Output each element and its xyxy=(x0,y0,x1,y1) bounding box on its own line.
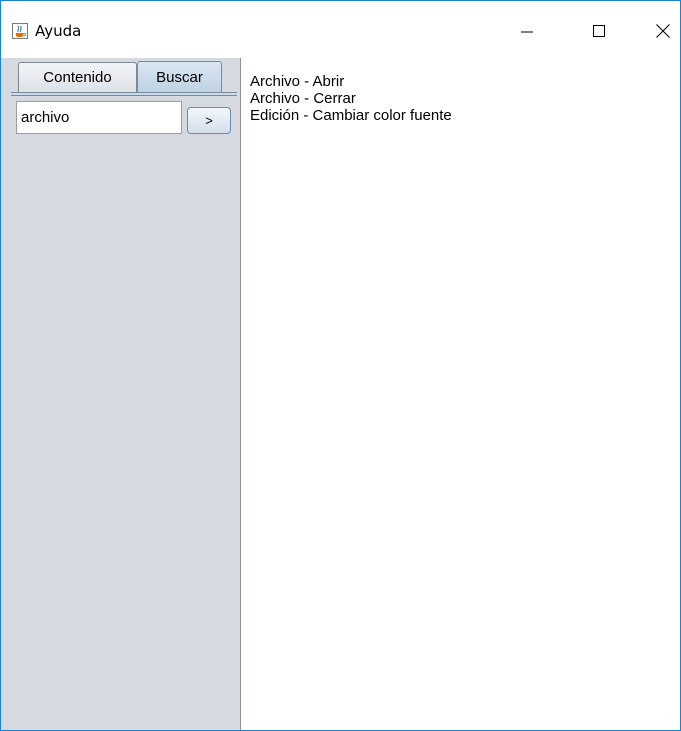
title-bar[interactable]: Ayuda xyxy=(1,1,680,58)
window-title: Ayuda xyxy=(35,22,82,40)
close-icon xyxy=(656,24,670,38)
result-item[interactable]: Edición - Cambiar color fuente xyxy=(250,107,452,124)
minimize-icon xyxy=(521,31,533,33)
search-results-list: Archivo - Abrir Archivo - Cerrar Edición… xyxy=(250,73,452,124)
result-item[interactable]: Archivo - Cerrar xyxy=(250,90,452,107)
help-window: Ayuda Contenido Buscar > Archivo - Abrir… xyxy=(0,0,681,731)
minimize-button[interactable] xyxy=(507,11,547,51)
navigation-pane: Contenido Buscar > xyxy=(1,58,241,730)
tab-strip-divider xyxy=(11,92,237,96)
maximize-button[interactable] xyxy=(579,11,619,51)
close-button[interactable] xyxy=(643,11,680,51)
search-input[interactable] xyxy=(16,101,182,134)
java-cup-icon xyxy=(12,23,28,39)
tab-buscar[interactable]: Buscar xyxy=(137,61,222,92)
search-button[interactable]: > xyxy=(187,107,231,134)
maximize-icon xyxy=(593,25,605,37)
tab-contenido[interactable]: Contenido xyxy=(18,62,137,92)
result-item[interactable]: Archivo - Abrir xyxy=(250,73,452,90)
